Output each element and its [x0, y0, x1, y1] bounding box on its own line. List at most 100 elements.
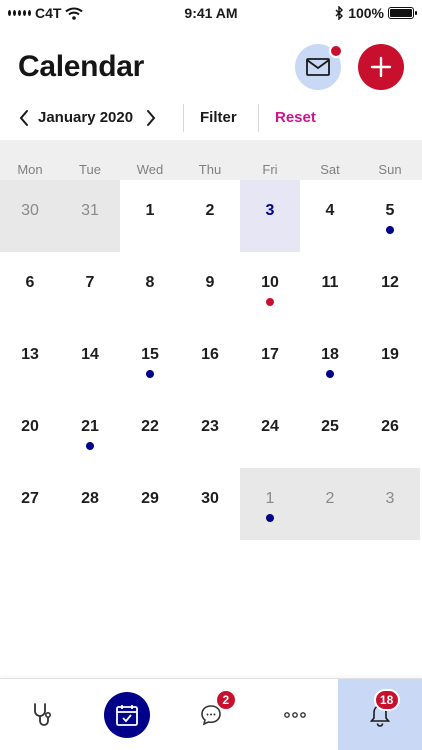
calendar-day[interactable]: 25	[300, 396, 360, 468]
day-number: 31	[81, 202, 99, 219]
calendar-day[interactable]: 6	[0, 252, 60, 324]
day-number: 6	[25, 274, 35, 291]
calendar-day[interactable]: 24	[240, 396, 300, 468]
calendar-day[interactable]: 12	[360, 252, 420, 324]
day-number: 23	[201, 418, 219, 435]
calendar-day[interactable]: 1	[120, 180, 180, 252]
day-number: 3	[265, 202, 275, 219]
calendar-day-outside[interactable]: 1	[240, 468, 300, 540]
event-dot	[386, 226, 394, 234]
day-number: 5	[385, 202, 395, 219]
day-number: 29	[141, 490, 159, 507]
calendar-day[interactable]: 14	[60, 324, 120, 396]
calendar-day[interactable]: 29	[120, 468, 180, 540]
calendar-day[interactable]: 19	[360, 324, 420, 396]
calendar-day[interactable]: 5	[360, 180, 420, 252]
event-dot	[326, 370, 334, 378]
calendar-day[interactable]: 4	[300, 180, 360, 252]
previous-month-button[interactable]	[18, 109, 30, 127]
calendar-day[interactable]: 2	[180, 180, 240, 252]
tab-notifications[interactable]: 18	[337, 679, 422, 750]
add-event-button[interactable]	[358, 44, 404, 90]
day-number: 12	[381, 274, 399, 291]
day-number: 1	[265, 490, 275, 507]
weekday-label: Wed	[136, 162, 164, 177]
calendar-day[interactable]: 27	[0, 468, 60, 540]
weekday-label: Thu	[198, 162, 222, 177]
inbox-button[interactable]	[295, 44, 343, 90]
calendar-day[interactable]: 7	[60, 252, 120, 324]
day-number: 17	[261, 346, 279, 363]
weekday-label: Mon	[17, 162, 43, 177]
day-number: 11	[321, 274, 339, 291]
day-number: 19	[381, 346, 399, 363]
calendar-week: 27 28 29 30 1 2 3	[0, 468, 422, 540]
weekday-label: Tue	[79, 162, 101, 177]
day-number: 8	[145, 274, 155, 291]
battery-icon	[388, 7, 417, 19]
calendar-check-icon	[115, 704, 138, 726]
calendar-day[interactable]: 28	[60, 468, 120, 540]
tab-health[interactable]	[0, 679, 84, 750]
battery-percent: 100%	[348, 5, 384, 21]
day-number: 7	[85, 274, 95, 291]
calendar-day[interactable]: 13	[0, 324, 60, 396]
event-dot	[266, 298, 274, 306]
more-dots-icon	[284, 711, 307, 718]
day-number: 21	[81, 418, 99, 435]
calendar-weeks: 30 31 1 2 3 4 5 6 7 8 9 10 11 12 13 14 15 16 17 18 19 20 21 22 2…	[0, 180, 422, 540]
chevron-left-icon	[19, 110, 28, 126]
calendar-day[interactable]: 23	[180, 396, 240, 468]
messages-badge: 2	[214, 689, 237, 711]
calendar-day-today[interactable]: 3	[240, 180, 300, 252]
tab-bar: 2 18	[0, 678, 422, 750]
calendar-day-outside[interactable]: 30	[0, 180, 60, 252]
calendar-grid: Mon Tue Wed Thu Fri Sat Sun 30 31 1 2 3 4 5 6 7 8…	[0, 140, 422, 540]
calendar-day[interactable]: 22	[120, 396, 180, 468]
day-number: 3	[385, 490, 395, 507]
day-number: 16	[201, 346, 219, 363]
day-number: 18	[321, 346, 339, 363]
calendar-day[interactable]: 11	[300, 252, 360, 324]
page-title: Calendar	[18, 50, 144, 83]
calendar-day[interactable]: 21	[60, 396, 120, 468]
day-number: 9	[205, 274, 215, 291]
day-number: 1	[145, 202, 155, 219]
chevron-right-icon	[147, 110, 156, 126]
day-number: 28	[81, 490, 99, 507]
status-bar: C4T 9:41 AM 100%	[0, 0, 422, 26]
weekday-label: Fri	[262, 162, 278, 177]
calendar-day[interactable]: 16	[180, 324, 240, 396]
day-number: 27	[21, 490, 39, 507]
calendar-day[interactable]: 26	[360, 396, 420, 468]
calendar-week: 13 14 15 16 17 18 19	[0, 324, 422, 396]
reset-button[interactable]: Reset	[275, 109, 316, 126]
day-number: 13	[21, 346, 39, 363]
calendar-day[interactable]: 15	[120, 324, 180, 396]
calendar-day-outside[interactable]: 3	[360, 468, 420, 540]
day-number: 4	[325, 202, 335, 219]
tab-calendar[interactable]	[84, 679, 168, 750]
calendar-day[interactable]: 30	[180, 468, 240, 540]
calendar-day[interactable]: 8	[120, 252, 180, 324]
day-number: 24	[261, 418, 279, 435]
calendar-day[interactable]: 17	[240, 324, 300, 396]
calendar-day[interactable]: 18	[300, 324, 360, 396]
stethoscope-icon	[34, 702, 52, 726]
next-month-button[interactable]	[145, 109, 157, 127]
calendar-week: 6 7 8 9 10 11 12	[0, 252, 422, 324]
calendar-week: 30 31 1 2 3 4 5	[0, 180, 422, 252]
tab-more[interactable]	[253, 679, 337, 750]
filter-button[interactable]: Filter	[200, 109, 237, 126]
calendar-day[interactable]: 9	[180, 252, 240, 324]
calendar-day-outside[interactable]: 31	[60, 180, 120, 252]
day-number: 30	[201, 490, 219, 507]
day-number: 30	[21, 202, 39, 219]
calendar-day-outside[interactable]: 2	[300, 468, 360, 540]
event-dot	[266, 514, 274, 522]
calendar-day[interactable]: 20	[0, 396, 60, 468]
notifications-badge: 18	[373, 689, 400, 711]
plus-icon	[370, 56, 392, 78]
tab-messages[interactable]: 2	[169, 679, 253, 750]
calendar-day[interactable]: 10	[240, 252, 300, 324]
